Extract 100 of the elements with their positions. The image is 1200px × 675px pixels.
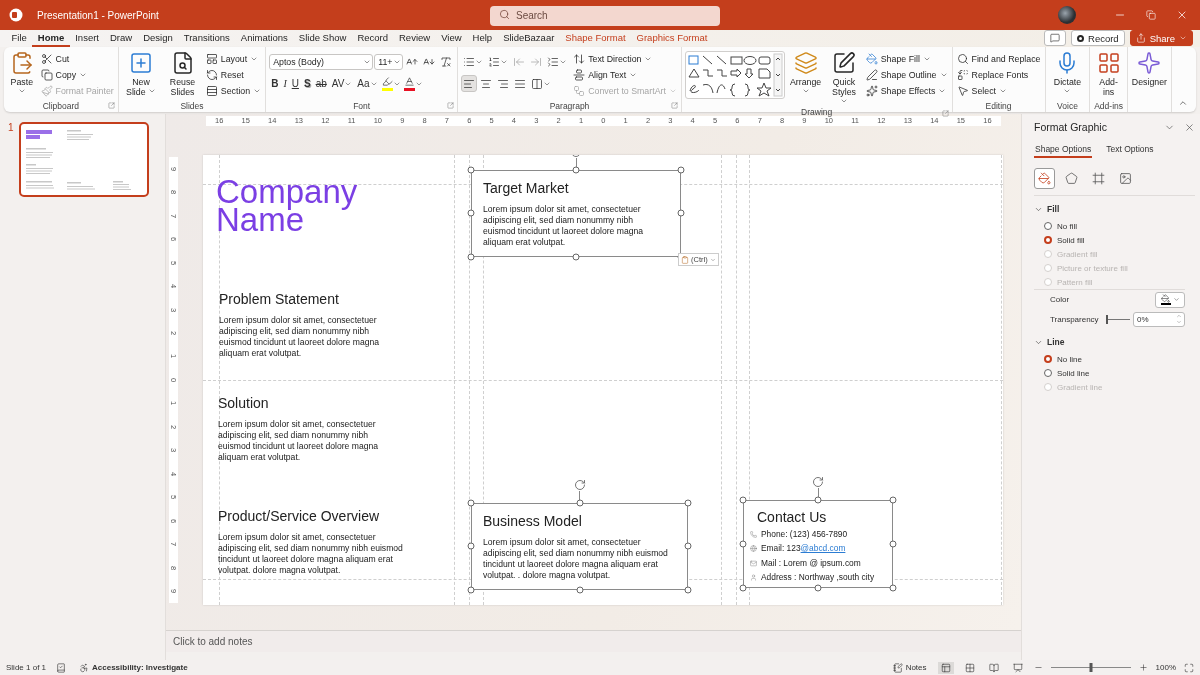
spellcheck-icon[interactable] — [56, 662, 67, 673]
ribbon-button[interactable]: Paste — [7, 51, 37, 97]
format-button[interactable]: U — [289, 75, 301, 92]
ribbon-tab[interactable]: Record — [351, 30, 394, 47]
dropdown-field[interactable]: 11+ — [374, 53, 404, 70]
pane-tab[interactable]: Text Options — [1105, 144, 1155, 158]
resize-handle[interactable] — [684, 586, 692, 594]
pane-tab[interactable]: Shape Options — [1034, 144, 1093, 158]
resize-handle[interactable] — [684, 499, 692, 507]
slider-thumb[interactable] — [1089, 663, 1093, 672]
ribbon-button[interactable]: Shape Outline — [864, 67, 949, 82]
view-button[interactable] — [937, 661, 954, 674]
format-button[interactable]: I — [281, 75, 289, 92]
radio-button[interactable] — [1044, 369, 1052, 377]
ribbon-button[interactable]: Copy — [39, 67, 115, 82]
resize-handle[interactable] — [739, 496, 747, 504]
ribbon-button[interactable]: Add-ins — [1093, 51, 1124, 97]
ribbon-button[interactable]: Align Text — [572, 67, 678, 82]
section-header[interactable]: Line — [1034, 337, 1065, 347]
selected-text-box[interactable]: Target Market Lorem ipsum dolor sit amet, consectetuer adipiscing elit, sed diam nonummy nibh euismod tincidunt ut laoreet dolore magna aliquam erat volutpat. — [471, 170, 681, 257]
ribbon-tab[interactable]: Help — [467, 30, 498, 47]
resize-handle[interactable] — [576, 586, 583, 594]
value-field[interactable]: 0% — [1133, 311, 1185, 327]
selected-text-box[interactable]: Business Model Lorem ipsum dolor sit amet, consectetuer adipiscing elit, sed diam nonummy nibh euismod tincidunt ut laoreet dolore magna aliquam erat volutpat. . dolore magna volutpat. — [471, 503, 688, 590]
notes-field[interactable]: Click to add notes — [166, 630, 1021, 652]
ribbon-tab[interactable]: Graphics Format — [631, 30, 713, 47]
color-button[interactable] — [402, 76, 424, 91]
resize-handle[interactable] — [576, 499, 583, 507]
resize-handle[interactable] — [467, 499, 475, 507]
ribbon-tab[interactable]: Animations — [235, 30, 294, 47]
ribbon-button[interactable]: Layout — [204, 51, 263, 66]
radio-button[interactable] — [1044, 222, 1052, 230]
ribbon-tab[interactable]: Insert — [69, 30, 105, 47]
email-link[interactable]: @abcd.com — [800, 543, 846, 554]
ribbon-icon-button[interactable] — [461, 75, 478, 92]
resize-handle[interactable] — [572, 253, 580, 261]
search-field[interactable]: Search — [490, 5, 720, 26]
pane-icon-tab[interactable] — [1034, 168, 1055, 189]
ribbon-button[interactable]: Reuse Slides — [163, 51, 202, 97]
ribbon-tab[interactable]: Design — [137, 30, 179, 47]
restore-button[interactable] — [1146, 10, 1156, 20]
format-button[interactable]: B — [269, 75, 281, 92]
resize-handle[interactable] — [677, 209, 685, 217]
selected-text-box[interactable]: Contact Us Phone: (123) 456-7890 Email: 123@abcd.com Mail : Lorem @ ipsum.com Address : Northway ,south city — [743, 500, 893, 588]
radio-label[interactable]: No line — [1057, 354, 1082, 364]
fit-to-window-icon[interactable] — [1184, 662, 1194, 673]
resize-handle[interactable] — [467, 209, 475, 217]
color-picker-button[interactable] — [1155, 291, 1185, 308]
resize-handle[interactable] — [889, 540, 897, 548]
ribbon-tab[interactable]: Draw — [104, 30, 138, 47]
user-avatar[interactable] — [1058, 6, 1076, 24]
resize-handle[interactable] — [814, 584, 822, 592]
dropdown-field[interactable]: Aptos (Body) — [269, 53, 374, 70]
resize-handle[interactable] — [467, 253, 475, 261]
record-button[interactable]: Record — [1071, 30, 1125, 46]
ribbon-tab[interactable]: Transitions — [178, 30, 236, 47]
ribbon-button[interactable]: Shape Effects — [864, 83, 949, 98]
accessibility-button[interactable]: Accessibility: Investigate — [76, 661, 191, 674]
resize-handle[interactable] — [572, 166, 580, 174]
ribbon-button[interactable]: Arrange — [787, 51, 824, 97]
resize-handle[interactable] — [889, 496, 897, 504]
section-header[interactable]: Fill — [1034, 204, 1060, 214]
close-icon[interactable] — [1184, 121, 1195, 133]
ribbon-button[interactable]: Dictate — [1048, 51, 1087, 97]
resize-handle[interactable] — [814, 496, 822, 504]
share-button[interactable]: Share — [1129, 30, 1193, 46]
notes-button[interactable]: Notes — [889, 661, 930, 674]
shape-gallery[interactable] — [684, 51, 785, 99]
ribbon-tab[interactable]: View — [435, 30, 468, 47]
ribbon-button[interactable]: Designer — [1130, 51, 1168, 87]
ribbon-button[interactable]: Quick Styles — [826, 51, 862, 107]
close-button[interactable] — [1176, 9, 1188, 21]
ribbon-button[interactable]: Text Direction — [572, 51, 678, 66]
ribbon-button[interactable]: Select — [955, 83, 1042, 98]
collapse-ribbon-icon[interactable] — [1178, 98, 1188, 108]
radio-label[interactable]: No fill — [1057, 221, 1077, 231]
resize-handle[interactable] — [467, 586, 475, 594]
format-button[interactable]: ab — [313, 75, 329, 92]
radio-label[interactable]: Solid line — [1057, 368, 1090, 378]
zoom-in-icon[interactable] — [1138, 663, 1148, 672]
color-button[interactable] — [380, 76, 402, 91]
ribbon-tab[interactable]: SlideBazaar — [497, 30, 560, 47]
ribbon-button[interactable]: Shape Fill — [864, 51, 949, 66]
ribbon-tab[interactable]: Review — [393, 30, 436, 47]
ribbon-button[interactable]: Cut — [39, 51, 115, 66]
radio-label[interactable]: Solid fill — [1057, 235, 1085, 245]
radio-button[interactable] — [1044, 236, 1052, 244]
ribbon-tab[interactable]: Home — [32, 30, 70, 47]
resize-handle[interactable] — [739, 584, 747, 592]
resize-handle[interactable] — [739, 540, 747, 548]
resize-handle[interactable] — [467, 166, 475, 174]
resize-handle[interactable] — [889, 584, 897, 592]
ribbon-tab[interactable]: Shape Format — [559, 30, 632, 47]
format-button[interactable]: Aa — [355, 75, 380, 92]
ribbon-tab[interactable]: File — [6, 30, 33, 47]
format-button[interactable]: S — [301, 75, 313, 92]
comments-button[interactable] — [1044, 30, 1066, 46]
ribbon-button[interactable]: Section — [204, 83, 263, 98]
ribbon-button[interactable]: Replace Fonts — [955, 67, 1042, 82]
resize-handle[interactable] — [684, 542, 692, 550]
